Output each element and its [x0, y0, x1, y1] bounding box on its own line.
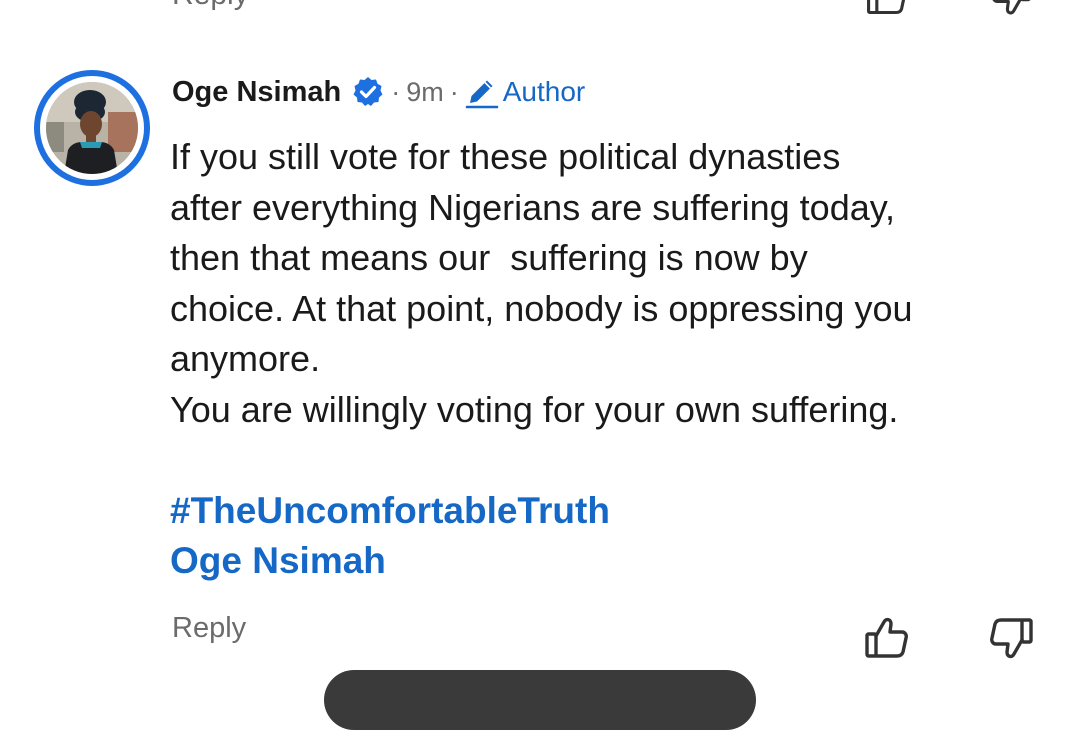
- thumbs-down-icon[interactable]: [988, 614, 1036, 662]
- previous-reply-button[interactable]: Reply: [172, 0, 249, 12]
- bottom-input-pill[interactable]: [324, 670, 756, 730]
- comment-body: If you still vote for these political dy…: [170, 136, 913, 430]
- previous-thumbs-down-icon[interactable]: [988, 0, 1036, 18]
- author-name[interactable]: Oge Nsimah: [172, 76, 341, 109]
- reply-button[interactable]: Reply: [172, 612, 246, 645]
- previous-comment-actions: Reply: [0, 0, 1080, 18]
- signature-link[interactable]: Oge Nsimah: [170, 536, 386, 586]
- timestamp: 9m: [406, 76, 444, 107]
- meta-separator-2: ·: [449, 76, 459, 107]
- hashtag-link[interactable]: #TheUncomfortableTruth: [170, 486, 610, 536]
- comment-header: Oge Nsimah · 9m · Author: [172, 72, 585, 112]
- author-badge: Author: [502, 76, 586, 107]
- meta-separator: ·: [391, 76, 401, 107]
- pencil-edit-icon: [463, 74, 499, 110]
- previous-thumbs-up-icon[interactable]: [862, 0, 910, 18]
- thumbs-up-icon[interactable]: [862, 614, 910, 662]
- avatar[interactable]: [46, 82, 138, 174]
- verified-badge-icon: [351, 75, 385, 109]
